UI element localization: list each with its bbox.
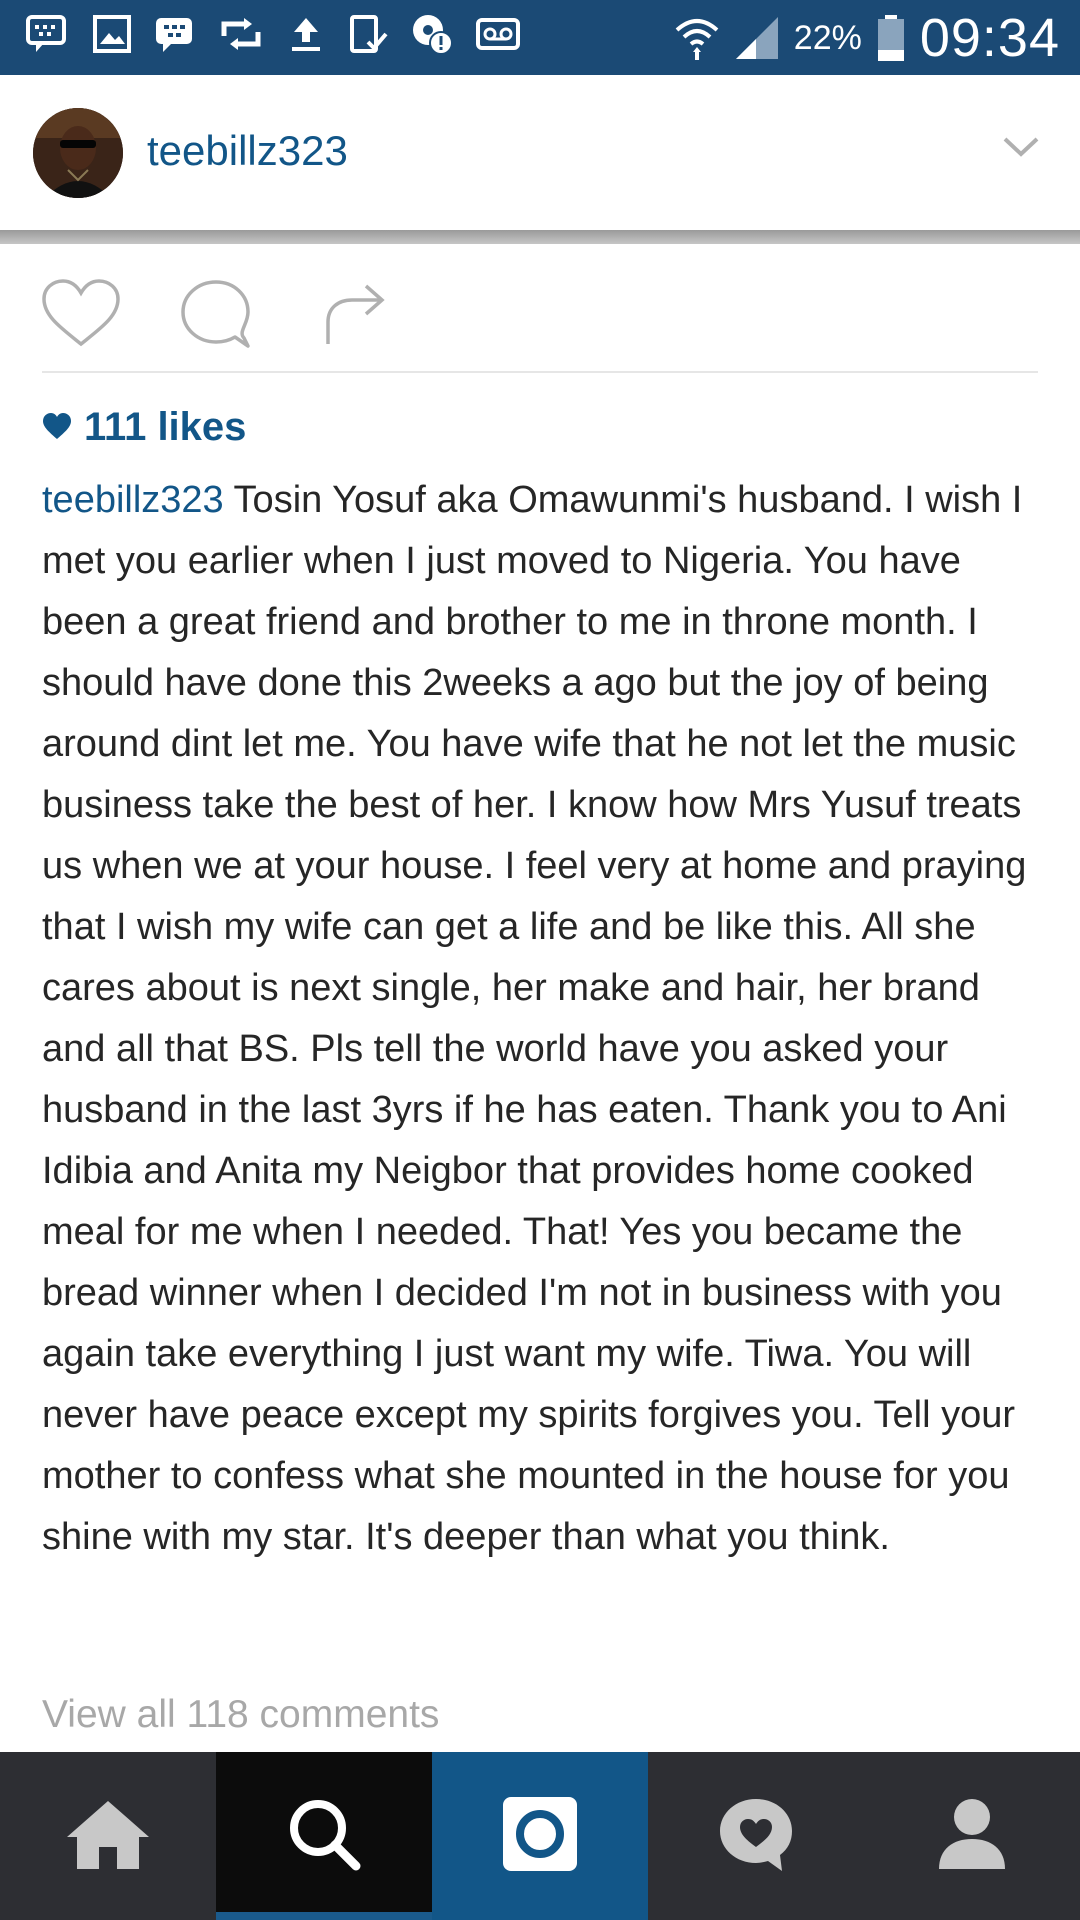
- retweet-icon: [218, 14, 264, 54]
- home-icon: [65, 1797, 151, 1876]
- caption-username[interactable]: teebillz323: [42, 479, 224, 521]
- caption-text: Tosin Yosuf aka Omawunmi's husband. I wi…: [42, 479, 1027, 1558]
- view-comments-link[interactable]: View all 118 comments: [42, 1693, 439, 1737]
- nav-home[interactable]: [0, 1752, 216, 1920]
- nav-activity[interactable]: [648, 1752, 864, 1920]
- avatar[interactable]: [33, 108, 123, 198]
- wifi-icon: [674, 14, 720, 62]
- bottom-navigation: [0, 1752, 1080, 1920]
- camera-icon: [501, 1795, 579, 1878]
- chat-icon: [26, 14, 70, 54]
- heart-icon[interactable]: [41, 278, 121, 353]
- profile-icon: [937, 1797, 1007, 1876]
- post-image-edge: [0, 230, 1080, 244]
- upload-icon: [286, 14, 326, 54]
- caption: teebillz323 Tosin Yosuf aka Omawunmi's h…: [42, 470, 1042, 1568]
- search-icon: [286, 1796, 362, 1877]
- post-username[interactable]: teebillz323: [147, 127, 348, 175]
- nav-profile[interactable]: [864, 1752, 1080, 1920]
- nav-camera[interactable]: [432, 1752, 648, 1920]
- image-icon: [92, 14, 132, 54]
- battery-icon: [876, 14, 906, 62]
- settings-alert-icon: [410, 12, 454, 56]
- nav-search[interactable]: [216, 1752, 432, 1920]
- likes-count[interactable]: 111 likes: [42, 405, 246, 450]
- clock: 09:34: [919, 8, 1060, 68]
- likes-label: 111 likes: [84, 405, 247, 449]
- signal-icon: [734, 15, 780, 61]
- voicemail-icon: [476, 17, 520, 51]
- share-icon[interactable]: [322, 278, 388, 353]
- activity-icon: [716, 1795, 796, 1878]
- status-bar: 22% 09:34: [0, 0, 1080, 75]
- tablet-check-icon: [348, 14, 388, 54]
- comment-icon[interactable]: [178, 278, 254, 357]
- action-row: [0, 244, 1080, 372]
- post-header: teebillz323: [0, 75, 1080, 230]
- blackberry-icon: [154, 14, 196, 54]
- divider: [42, 371, 1038, 373]
- chevron-down-icon[interactable]: [1002, 135, 1040, 164]
- heart-small-icon: [42, 405, 72, 450]
- battery-percentage: 22%: [793, 18, 862, 57]
